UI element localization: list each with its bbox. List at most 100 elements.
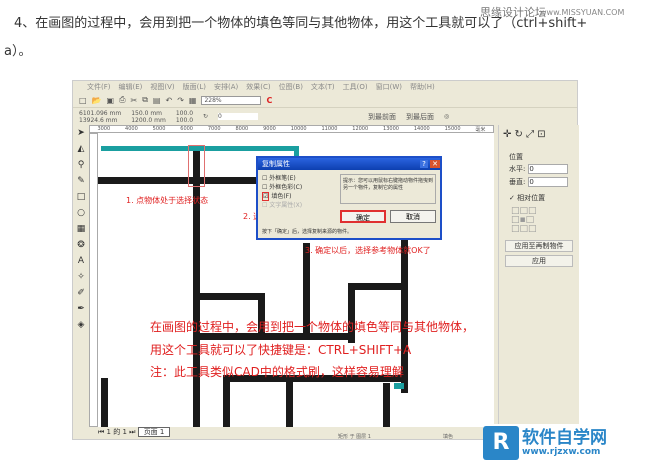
wall[interactable] [193, 293, 263, 300]
to-back-button[interactable]: 到最后面 [406, 112, 434, 122]
relative-position-checkbox[interactable]: ✓ 相对位置 [499, 193, 579, 203]
ellipse-tool-icon[interactable]: ○ [73, 205, 89, 221]
anchor-grid[interactable]: □□□ □▪□ □□□ [499, 207, 579, 234]
rotation-icon: ↻ [203, 113, 209, 120]
menu-bitmaps[interactable]: 位图(B) [279, 82, 303, 92]
shape-tool-icon[interactable]: ◭ [73, 141, 89, 157]
watermark-url: www.MISSYUAN.COM [540, 8, 625, 17]
ruler-tick: 3000 [97, 126, 111, 132]
ruler-tick: 8000 [235, 126, 249, 132]
property-bar: 6101.096 mm 13924.6 mm 150.0 mm 1200.0 mm … [73, 108, 577, 125]
option-label: 文字属性(X) [269, 202, 303, 209]
menu-tools[interactable]: 工具(O) [343, 82, 368, 92]
import-icon[interactable]: ▦ [189, 96, 197, 105]
cancel-button[interactable]: 取消 [390, 210, 436, 223]
interactive-tool-icon[interactable]: ✧ [73, 269, 89, 285]
freehand-tool-icon[interactable]: ✎ [73, 173, 89, 189]
menu-help[interactable]: 帮助(H) [410, 82, 435, 92]
fill-checkbox[interactable]: ☑ 填色(F) [262, 192, 302, 201]
redo-icon[interactable]: ↷ [177, 96, 184, 105]
outline-tool-icon[interactable]: ✒ [73, 301, 89, 317]
polygon-tool-icon[interactable]: ▦ [73, 221, 89, 237]
ruler-tick: 12000 [352, 126, 369, 132]
horizontal-field[interactable]: 0 [528, 164, 569, 174]
rectangle-tool-icon[interactable]: □ [73, 189, 89, 205]
y-position-field[interactable]: 13924.6 mm [79, 117, 121, 124]
zoom-tool-icon[interactable]: ⚲ [73, 157, 89, 173]
wall[interactable] [383, 383, 390, 427]
scale-x-field[interactable]: 100.0 [176, 110, 193, 117]
selected-wall[interactable] [193, 151, 200, 427]
ruler-tick: 14000 [413, 126, 430, 132]
copy-icon[interactable]: ⧉ [142, 95, 148, 105]
save-icon[interactable]: ▣ [107, 96, 115, 105]
ruler-tick: 11000 [321, 126, 338, 132]
x-position-field[interactable]: 6101.096 mm [79, 110, 121, 117]
spiral-tool-icon[interactable]: ❂ [73, 237, 89, 253]
option-label: 外框色彩(C) [269, 184, 303, 191]
width-field[interactable]: 150.0 mm [131, 110, 166, 117]
menu-arrange[interactable]: 安排(A) [214, 82, 238, 92]
outline-pen-checkbox[interactable]: ☐ 外框笔(E) [262, 174, 302, 183]
transform-docker: ✛ ↻ ⤢ ⊡ 位置 水平: 0 垂直: 0 ✓ 相对位置 □□□ □▪□ □□□ 应用… [498, 125, 579, 441]
menu-file[interactable]: 文件(F) [87, 82, 111, 92]
open-icon[interactable]: 📂 [92, 96, 102, 105]
wall[interactable] [101, 378, 108, 427]
dialog-titlebar: 复制属性? ✕ [258, 158, 440, 170]
apply-to-duplicate-button[interactable]: 应用至再制物件 [505, 240, 573, 252]
zoom-select[interactable]: 228% [201, 95, 262, 105]
height-field[interactable]: 1200.0 mm [131, 117, 166, 124]
copy-properties-dialog: 复制属性? ✕ ☐ 外框笔(E) ☐ 外框色彩(C) ☑ 填色(F) ☐ 文字属… [256, 156, 442, 240]
paste-icon[interactable]: ▤ [153, 96, 161, 105]
cut-icon[interactable]: ✂ [131, 96, 138, 105]
vertical-field[interactable]: 0 [528, 177, 569, 187]
menu-window[interactable]: 窗口(W) [376, 82, 402, 92]
ok-button[interactable]: 确定 [340, 210, 386, 223]
apply-button[interactable]: 应用 [505, 255, 573, 267]
annotation-note2: 用这个工具就可以了快捷键是：CTRL+SHIFT+A [150, 343, 412, 357]
option-label: 外框笔(E) [269, 175, 296, 182]
article-paragraph-end: a）。 [4, 44, 32, 59]
corel-icon[interactable]: C [266, 96, 272, 105]
standard-toolbar: □ 📂 ▣ ⎙ ✂ ⧉ ▤ ↶ ↷ ▦ 228% C [73, 93, 577, 108]
menu-edit[interactable]: 编辑(E) [119, 82, 143, 92]
transform-mode-icons[interactable]: ✛ ↻ ⤢ ⊡ [499, 125, 579, 144]
logo-mark: R [483, 426, 519, 460]
angle-field[interactable]: 0 [218, 113, 259, 120]
text-properties-checkbox[interactable]: ☐ 文字属性(X) [262, 201, 302, 210]
eyedropper-tool-icon[interactable]: ✐ [73, 285, 89, 301]
close-button[interactable]: ✕ [430, 160, 440, 168]
help-button[interactable]: ? [420, 160, 428, 168]
ruler-unit: 毫米 [475, 127, 486, 133]
ruler-tick: 7000 [207, 126, 221, 132]
dialog-hint: 提示：您可以用鼠标右键拖动物件拖曳到另一个物件，复制它的属性 [340, 174, 436, 204]
new-icon[interactable]: □ [79, 96, 87, 105]
pick-tool-icon[interactable]: ➤ [73, 125, 89, 141]
wall[interactable] [348, 283, 408, 290]
wall[interactable] [286, 375, 293, 427]
text-tool-icon[interactable]: A [73, 253, 89, 269]
wall[interactable] [223, 375, 230, 427]
print-icon[interactable]: ⎙ [119, 95, 125, 105]
outline-color-checkbox[interactable]: ☐ 外框色彩(C) [262, 183, 302, 192]
scale-y-field[interactable]: 100.0 [176, 117, 193, 124]
teal-wall[interactable] [394, 383, 404, 389]
status-fill: 填色 [443, 434, 454, 440]
menu-text[interactable]: 文本(T) [311, 82, 335, 92]
vertical-ruler [89, 133, 98, 427]
to-front-button[interactable]: 到最前面 [368, 112, 396, 122]
logo-url: www.rjzxw.com [522, 447, 601, 457]
wall[interactable] [98, 177, 258, 184]
menu-effects[interactable]: 效果(C) [246, 82, 270, 92]
menu-view[interactable]: 视图(V) [150, 82, 174, 92]
menu-layout[interactable]: 版面(L) [183, 82, 206, 92]
convert-icon[interactable]: ◎ [444, 113, 449, 120]
position-label: 位置 [509, 153, 523, 161]
ruler-tick: 15000 [444, 126, 461, 132]
toolbox: ➤ ◭ ⚲ ✎ □ ○ ▦ ❂ A ✧ ✐ ✒ ◈ [73, 125, 89, 425]
fill-tool-icon[interactable]: ◈ [73, 317, 89, 333]
undo-icon[interactable]: ↶ [165, 96, 172, 105]
horizontal-ruler: 3000 4000 5000 6000 7000 8000 9000 10000 11000 12… [89, 125, 494, 133]
status-object: 矩形 于 图层 1 [338, 434, 371, 440]
coreldraw-screenshot: 文件(F) 编辑(E) 视图(V) 版面(L) 安排(A) 效果(C) 位图(B… [72, 80, 579, 441]
